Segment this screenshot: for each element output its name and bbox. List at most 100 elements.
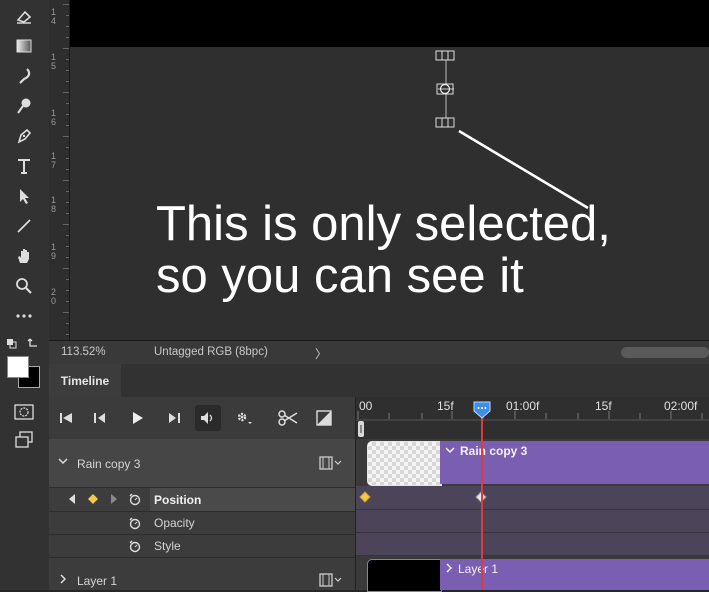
tab-timeline[interactable]: Timeline	[49, 364, 121, 397]
property-row-position[interactable]: Position	[49, 488, 355, 512]
ruler-tick	[66, 202, 69, 203]
ruler-tick	[63, 312, 69, 313]
clip-chevron-icon[interactable]	[444, 562, 454, 577]
keyframe-track-opacity[interactable]	[356, 510, 709, 533]
transition-icon[interactable]	[311, 405, 337, 431]
time-ruler[interactable]: 00 15f 01:00f 15f 02:00f	[356, 397, 709, 439]
line-icon[interactable]	[10, 214, 38, 238]
play-icon[interactable]	[125, 405, 151, 431]
ruler-tick	[66, 37, 69, 38]
timeline-track-area[interactable]: 00 15f 01:00f 15f 02:00f Rain copy 3 Lay…	[355, 397, 709, 592]
blur-icon[interactable]	[10, 64, 38, 88]
collapse-chevron-icon[interactable]	[57, 456, 69, 469]
status-menu-arrow[interactable]: 〉	[315, 345, 327, 362]
ruler-tick	[66, 301, 69, 302]
ruler-label: 2 0	[51, 287, 57, 306]
ruler-label: 1 4	[51, 7, 57, 26]
ruler-tick	[63, 268, 69, 269]
clip-label: Rain copy 3	[460, 444, 528, 458]
clip-chevron-icon[interactable]	[444, 444, 456, 458]
ruler-tick	[66, 290, 69, 291]
annotation-line-2: so you can see it	[156, 249, 524, 303]
ruler-tick	[63, 136, 69, 137]
annotation-text: This is only selected, so you can see it	[156, 198, 611, 302]
ruler-tick	[66, 26, 69, 27]
property-name: Position	[154, 493, 202, 507]
next-keyframe-icon[interactable]	[109, 493, 119, 508]
clip-label: Layer 1	[458, 562, 499, 576]
property-row-style[interactable]: Style	[49, 535, 355, 558]
annotation-line-1: This is only selected,	[156, 197, 611, 251]
ruler-tick	[66, 125, 69, 126]
add-keyframe-diamond-icon[interactable]	[87, 493, 99, 508]
ruler-tick	[66, 59, 69, 60]
zoom-level[interactable]: 113.52%	[61, 346, 106, 358]
expand-chevron-icon[interactable]	[58, 573, 68, 588]
stopwatch-icon[interactable]	[128, 539, 142, 556]
quick-mask-icon[interactable]	[10, 400, 38, 424]
zoom-icon[interactable]	[10, 274, 38, 298]
ruler-label: 1 5	[51, 52, 57, 71]
screen-mode-icon[interactable]	[10, 428, 38, 452]
ruler-tick	[66, 191, 69, 192]
horizontal-scrollbar[interactable]	[621, 347, 709, 358]
clip-thumbnail	[367, 559, 442, 592]
tools-panel	[0, 0, 50, 590]
filmstrip-menu-icon[interactable]	[319, 456, 345, 473]
playhead-handle-icon[interactable]	[473, 401, 491, 419]
eraser-icon[interactable]	[10, 4, 38, 28]
property-name: Style	[154, 539, 181, 553]
property-row-opacity[interactable]: Opacity	[49, 512, 355, 535]
split-scissors-icon[interactable]	[275, 405, 301, 431]
status-bar: 113.52% Untagged RGB (8bpc) 〉	[49, 340, 709, 365]
ruler-label: 1 6	[51, 108, 57, 127]
ruler-tick	[63, 92, 69, 93]
settings-gear-icon[interactable]	[231, 405, 257, 431]
dodge-icon[interactable]	[10, 94, 38, 118]
ruler-tick	[66, 158, 69, 159]
ruler-label: 1 7	[51, 151, 57, 170]
audio-toggle-icon[interactable]	[195, 405, 221, 431]
gradient-icon[interactable]	[10, 34, 38, 58]
clip-thumbnail	[367, 441, 442, 486]
ruler-tick	[66, 279, 69, 280]
ruler-tick	[66, 257, 69, 258]
layer-row-rain-copy-3[interactable]: Rain copy 3	[49, 439, 355, 488]
stopwatch-icon[interactable]	[128, 516, 142, 533]
foreground-color-swatch[interactable]	[7, 356, 29, 378]
more-tools-icon[interactable]	[10, 304, 38, 328]
layer-row-layer-1[interactable]: Layer 1	[49, 558, 355, 590]
playhead-line[interactable]	[481, 413, 483, 590]
hand-icon[interactable]	[10, 244, 38, 268]
layer-name: Layer 1	[77, 574, 118, 588]
color-profile: Untagged RGB (8bpc)	[154, 346, 268, 358]
ruler-tick	[63, 224, 69, 225]
type-icon[interactable]	[10, 154, 38, 178]
ruler-tick	[63, 48, 69, 49]
property-name: Opacity	[154, 516, 195, 530]
previous-keyframe-icon[interactable]	[67, 493, 77, 508]
previous-frame-icon[interactable]	[87, 405, 113, 431]
ruler-tick	[66, 70, 69, 71]
ruler-tick	[63, 180, 69, 181]
ruler-tick	[63, 4, 69, 5]
stopwatch-icon[interactable]	[128, 492, 142, 509]
go-to-first-frame-icon[interactable]	[53, 405, 79, 431]
swap-colors-icon[interactable]	[4, 334, 44, 352]
ruler-tick	[66, 235, 69, 236]
keyframe-track-position[interactable]	[356, 486, 709, 510]
ruler-tick	[66, 114, 69, 115]
timeline-controls	[49, 397, 355, 439]
pen-icon[interactable]	[10, 124, 38, 148]
timeline-layer-list: Rain copy 3 Position Opacity Style Layer…	[49, 439, 355, 590]
ruler-tick	[66, 323, 69, 324]
document-canvas[interactable]: This is only selected, so you can see it	[70, 0, 709, 340]
path-selection-icon[interactable]	[10, 184, 38, 208]
filmstrip-menu-icon[interactable]	[319, 573, 345, 590]
ruler-tick	[66, 103, 69, 104]
next-frame-icon[interactable]	[161, 405, 187, 431]
keyframe-track-style[interactable]	[356, 533, 709, 556]
ruler-label: 1 9	[51, 242, 57, 261]
keyframe-diamond	[359, 491, 371, 503]
ruler-tick	[66, 246, 69, 247]
